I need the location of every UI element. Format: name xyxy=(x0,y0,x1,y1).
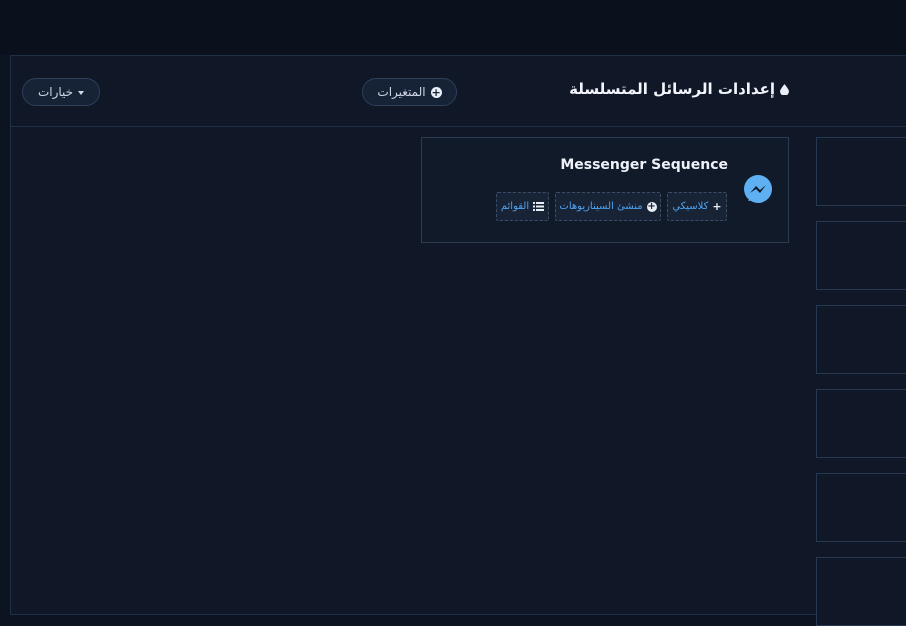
panel-header: خيارات المتغيرات + إعدادات الرسائل المتس… xyxy=(11,56,906,127)
page-title-text: إعدادات الرسائل المتسلسلة xyxy=(569,80,775,98)
side-card[interactable] xyxy=(816,137,906,206)
variables-button[interactable]: المتغيرات + xyxy=(362,78,457,106)
caret-down-icon xyxy=(78,91,85,95)
list-icon xyxy=(533,202,545,211)
scenario-builder-label: منشئ السيناريوهات xyxy=(559,201,643,212)
plus-icon: + xyxy=(712,200,722,213)
variables-label: المتغيرات xyxy=(377,85,426,99)
messenger-icon xyxy=(744,175,772,203)
classic-button[interactable]: + كلاسيكي xyxy=(667,192,727,221)
side-card[interactable] xyxy=(816,557,906,626)
scenario-builder-button[interactable]: + منشئ السيناريوهات xyxy=(555,192,661,221)
side-card[interactable] xyxy=(816,389,906,458)
top-bar xyxy=(0,0,906,55)
lists-button[interactable]: القوائم xyxy=(496,192,549,221)
plus-circle-icon: + xyxy=(430,85,442,99)
plus-circle-icon: + xyxy=(646,200,657,212)
page-title: إعدادات الرسائل المتسلسلة xyxy=(569,80,789,98)
options-label: خيارات xyxy=(37,85,74,99)
drop-icon xyxy=(780,83,789,95)
options-dropdown-button[interactable]: خيارات xyxy=(22,78,100,106)
settings-panel: خيارات المتغيرات + إعدادات الرسائل المتس… xyxy=(10,55,906,626)
side-card[interactable] xyxy=(816,473,906,542)
side-card[interactable] xyxy=(816,305,906,374)
messenger-sequence-card: Messenger Sequence + كلاسيكي + منشئ السي… xyxy=(421,137,789,243)
card-title: Messenger Sequence xyxy=(560,157,728,173)
lists-label: القوائم xyxy=(500,201,530,212)
classic-label: كلاسيكي xyxy=(672,201,709,212)
side-card[interactable] xyxy=(816,221,906,290)
